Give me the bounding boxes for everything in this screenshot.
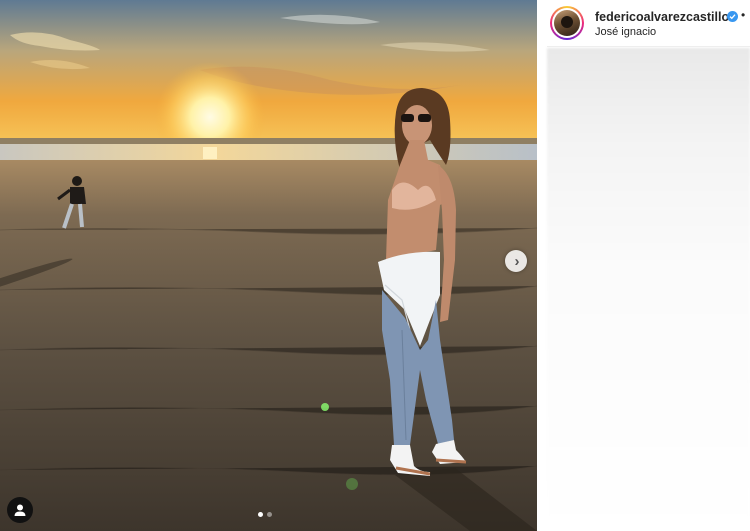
avatar-image [554, 10, 580, 36]
post-header: federicoalvarezcastillo • José ignacio [547, 0, 750, 47]
beach-sunset-image [0, 0, 537, 531]
avatar-border [552, 8, 582, 38]
more-dots-icon[interactable]: • [741, 8, 745, 22]
blurred-comments-area [547, 48, 750, 531]
next-slide-button[interactable]: › [505, 250, 527, 272]
username-link[interactable]: federicoalvarezcastillo [595, 10, 729, 24]
post-photo[interactable]: › [0, 0, 537, 531]
chevron-right-icon: › [514, 252, 520, 270]
divider [537, 0, 547, 531]
carousel-dot-2 [267, 512, 272, 517]
carousel-indicator [258, 512, 272, 517]
verified-badge-icon [727, 11, 738, 22]
user-tag-icon [14, 504, 26, 516]
avatar[interactable] [550, 6, 584, 40]
tagged-users-button[interactable] [7, 497, 33, 523]
location-link[interactable]: José ignacio [595, 26, 656, 38]
carousel-dot-1 [258, 512, 263, 517]
post-side-panel: federicoalvarezcastillo • José ignacio [547, 0, 750, 531]
